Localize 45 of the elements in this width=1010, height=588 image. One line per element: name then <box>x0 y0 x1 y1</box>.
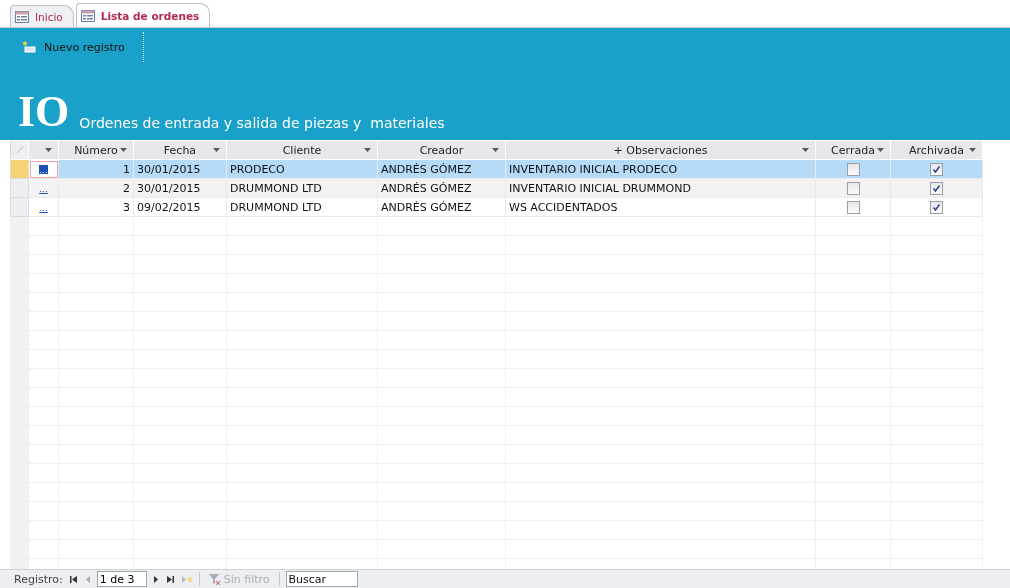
open-record-link[interactable]: ... <box>39 202 48 213</box>
column-header[interactable]: Creador <box>377 140 506 160</box>
column-header[interactable]: Fecha <box>133 140 227 160</box>
table-cell: WS ACCIDENTADOS <box>505 197 816 217</box>
dropdown-icon[interactable] <box>969 148 976 152</box>
table-cell: ANDRÉS GÓMEZ <box>377 197 506 217</box>
first-record-icon[interactable] <box>68 574 78 584</box>
dropdown-icon[interactable] <box>877 148 884 152</box>
table-cell: 3 <box>58 197 134 217</box>
dropdown-icon[interactable] <box>213 148 220 152</box>
form-title: Ordenes de entrada y salida de piezas y materiales <box>79 115 445 133</box>
column-header[interactable]: Archivada <box>890 140 983 160</box>
logo-text: IO <box>18 90 70 134</box>
document-tab[interactable]: Inicio <box>10 5 74 27</box>
table-cell: 09/02/2015 <box>133 197 227 217</box>
column-header[interactable]: Cerrada <box>815 140 891 160</box>
new-record-icon <box>22 41 36 53</box>
new-record-button[interactable]: Nuevo registro <box>18 37 129 57</box>
record-label: Registro: <box>14 572 63 586</box>
checkbox[interactable] <box>846 200 860 214</box>
search-field[interactable]: Buscar <box>285 571 358 587</box>
next-record-icon[interactable] <box>152 574 160 584</box>
checkbox[interactable] <box>930 181 943 195</box>
column-header[interactable] <box>28 140 59 160</box>
table-cell: DRUMMOND LTD <box>226 197 378 217</box>
last-record-icon[interactable] <box>165 574 175 584</box>
filter-icon <box>208 573 221 585</box>
dropdown-icon[interactable] <box>802 148 809 152</box>
checkbox[interactable] <box>930 162 943 176</box>
open-record-link[interactable]: ... <box>39 164 48 175</box>
checkbox[interactable] <box>930 200 943 214</box>
checkbox[interactable] <box>846 162 860 176</box>
dropdown-icon[interactable] <box>120 148 127 152</box>
record-position-field[interactable]: 1 de 3 <box>96 571 147 587</box>
column-header[interactable]: Número <box>58 140 134 160</box>
dropdown-icon[interactable] <box>364 148 371 152</box>
document-tab[interactable]: Lista de ordenes <box>75 3 211 27</box>
column-header[interactable]: Cliente <box>226 140 378 160</box>
open-record-link[interactable]: ... <box>39 183 48 194</box>
column-header[interactable]: + Observaciones <box>505 140 816 160</box>
dropdown-icon[interactable] <box>45 148 52 152</box>
form-icon <box>80 9 95 22</box>
form-icon <box>15 10 29 23</box>
checkbox[interactable] <box>846 181 860 195</box>
dropdown-icon[interactable] <box>492 148 499 152</box>
